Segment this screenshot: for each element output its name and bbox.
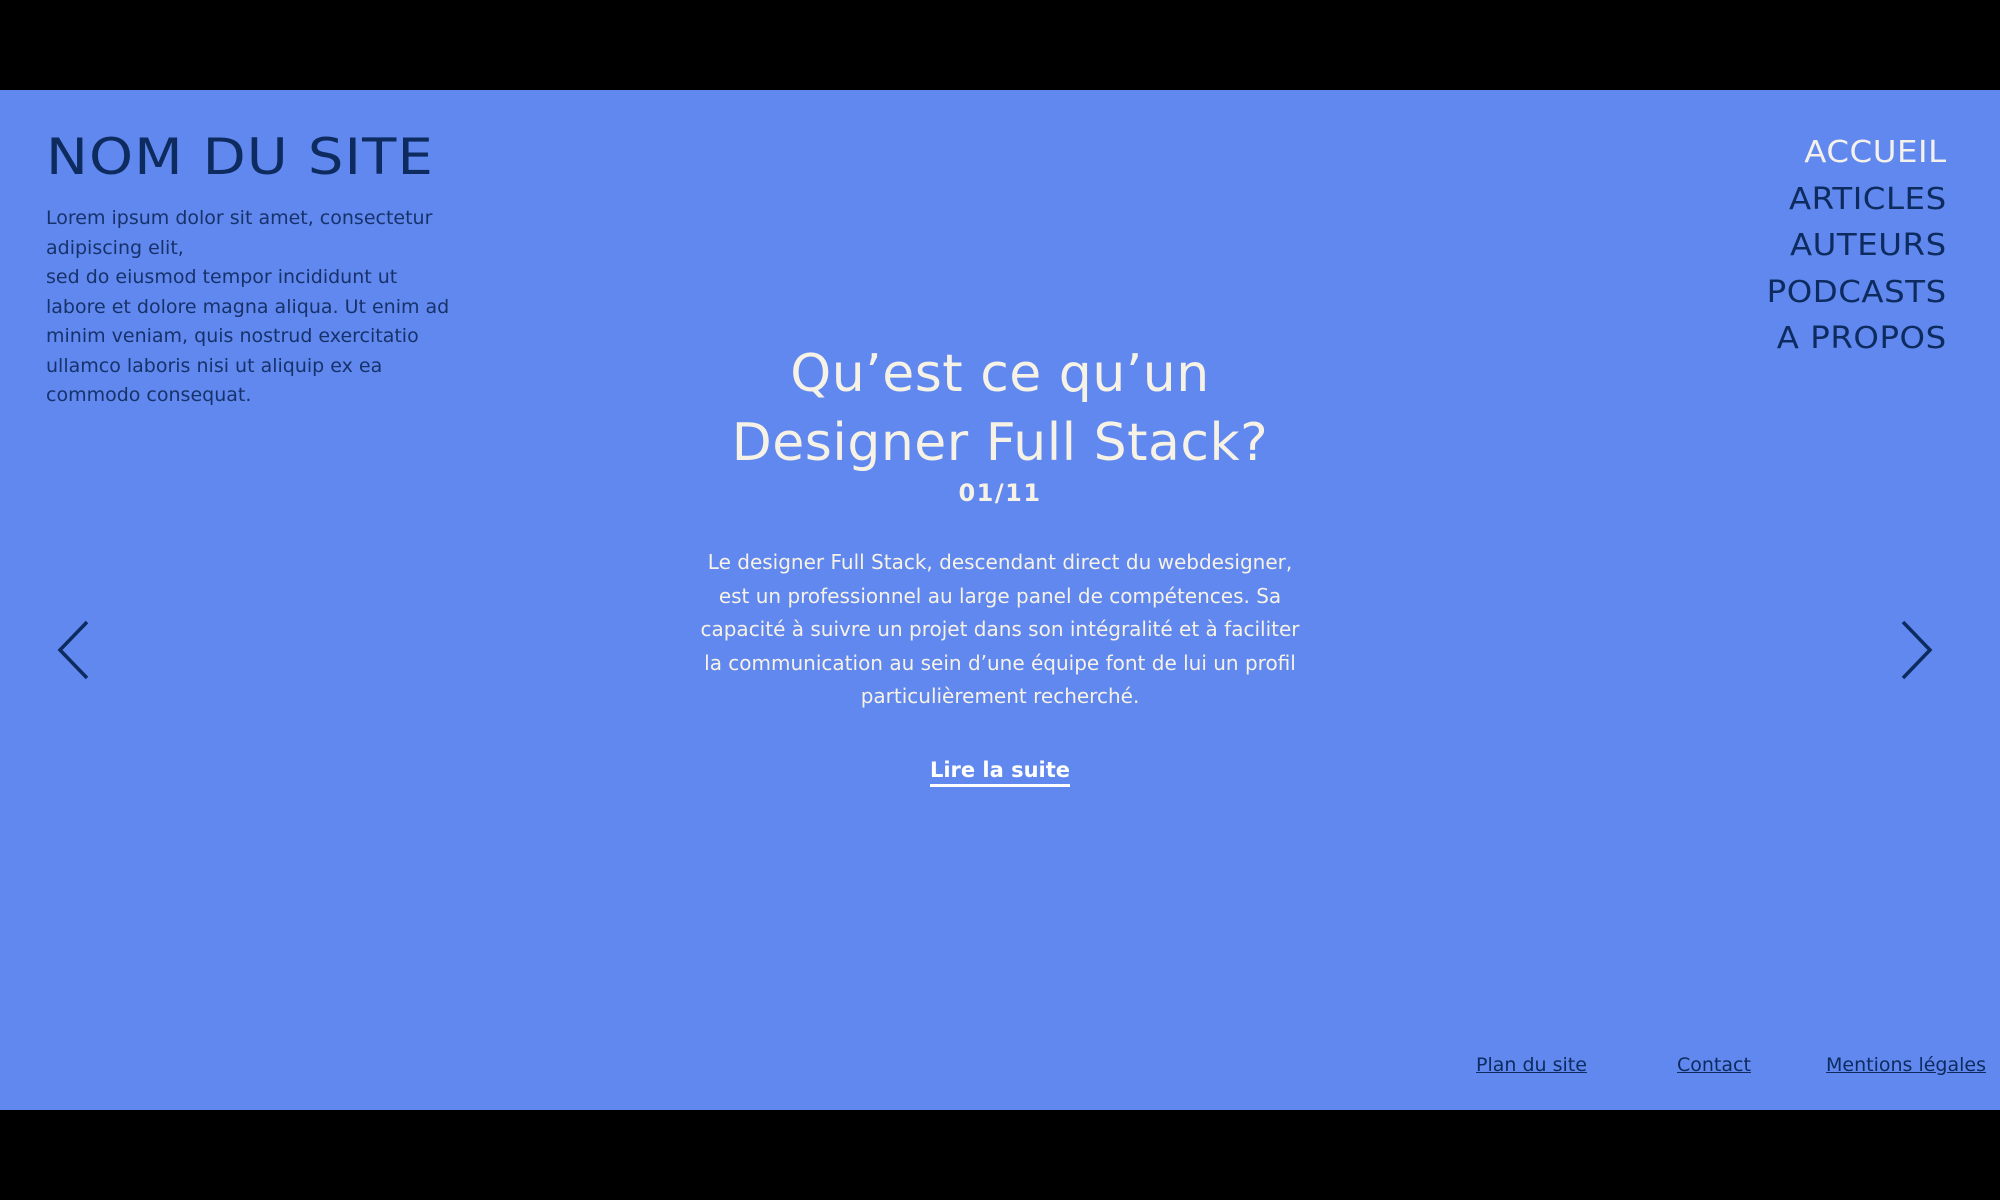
slide-title-line: Qu’est ce qu’un bbox=[790, 344, 1210, 404]
letterbox-top bbox=[0, 0, 2000, 90]
chevron-left-icon bbox=[57, 620, 89, 680]
slide-text-line: capacité à suivre un projet dans son int… bbox=[700, 617, 1300, 641]
site-description-line: ullamco laboris nisi ut aliquip ex ea bbox=[46, 354, 383, 377]
site-description-line: minim veniam, quis nostrud exercitatio bbox=[46, 325, 419, 347]
nav-item-articles[interactable]: ARTICLES bbox=[1767, 177, 1947, 224]
site-description-line: adipiscing elit, bbox=[46, 236, 184, 259]
slide-text: Le designer Full Stack, descendant direc… bbox=[680, 546, 1320, 714]
main-nav: ACCUEIL ARTICLES AUTEURS PODCASTS A PROP… bbox=[1767, 130, 1947, 363]
slide-text-line: Le designer Full Stack, descendant direc… bbox=[707, 550, 1293, 574]
page: NOM DU SITE Lorem ipsum dolor sit amet, … bbox=[0, 90, 2000, 1110]
slide-text-line: particulièrement recherché. bbox=[860, 684, 1140, 708]
chevron-right-icon bbox=[1901, 620, 1933, 680]
site-title[interactable]: NOM DU SITE bbox=[46, 132, 434, 182]
read-more-link[interactable]: Lire la suite bbox=[929, 758, 1071, 787]
slide-title: Qu’est ce qu’un Designer Full Stack? bbox=[600, 340, 1400, 478]
slide-title-line: Designer Full Stack? bbox=[731, 413, 1269, 473]
footer-link-sitemap[interactable]: Plan du site bbox=[1476, 1054, 1587, 1076]
letterbox-bottom bbox=[0, 1110, 2000, 1200]
carousel-next-button[interactable] bbox=[1895, 618, 1935, 682]
site-description-line: sed do eiusmod tempor incididunt ut bbox=[46, 266, 398, 288]
footer-nav: Plan du site Contact Mentions légales bbox=[0, 1054, 2000, 1088]
site-description-line: commodo consequat. bbox=[46, 384, 252, 406]
slide-text-line: est un professionnel au large panel de c… bbox=[718, 583, 1282, 608]
site-description-line: labore et dolore magna aliqua. Ut enim a… bbox=[46, 295, 450, 318]
slide-counter: 01/11 bbox=[958, 479, 1042, 507]
site-description: Lorem ipsum dolor sit amet, consectetur … bbox=[46, 204, 486, 411]
slide-text-line: la communication au sein d’une équipe fo… bbox=[704, 650, 1296, 675]
nav-item-a-propos[interactable]: A PROPOS bbox=[1767, 316, 1947, 363]
nav-item-podcasts[interactable]: PODCASTS bbox=[1767, 270, 1947, 317]
nav-item-accueil[interactable]: ACCUEIL bbox=[1767, 130, 1947, 177]
nav-item-auteurs[interactable]: AUTEURS bbox=[1767, 223, 1947, 270]
site-description-line: Lorem ipsum dolor sit amet, consectetur bbox=[46, 207, 433, 229]
footer-link-legal[interactable]: Mentions légales bbox=[1826, 1054, 1986, 1076]
footer-link-contact[interactable]: Contact bbox=[1677, 1054, 1751, 1076]
carousel-prev-button[interactable] bbox=[55, 618, 95, 682]
carousel-slide: Qu’est ce qu’un Designer Full Stack? 01/… bbox=[600, 340, 1400, 787]
